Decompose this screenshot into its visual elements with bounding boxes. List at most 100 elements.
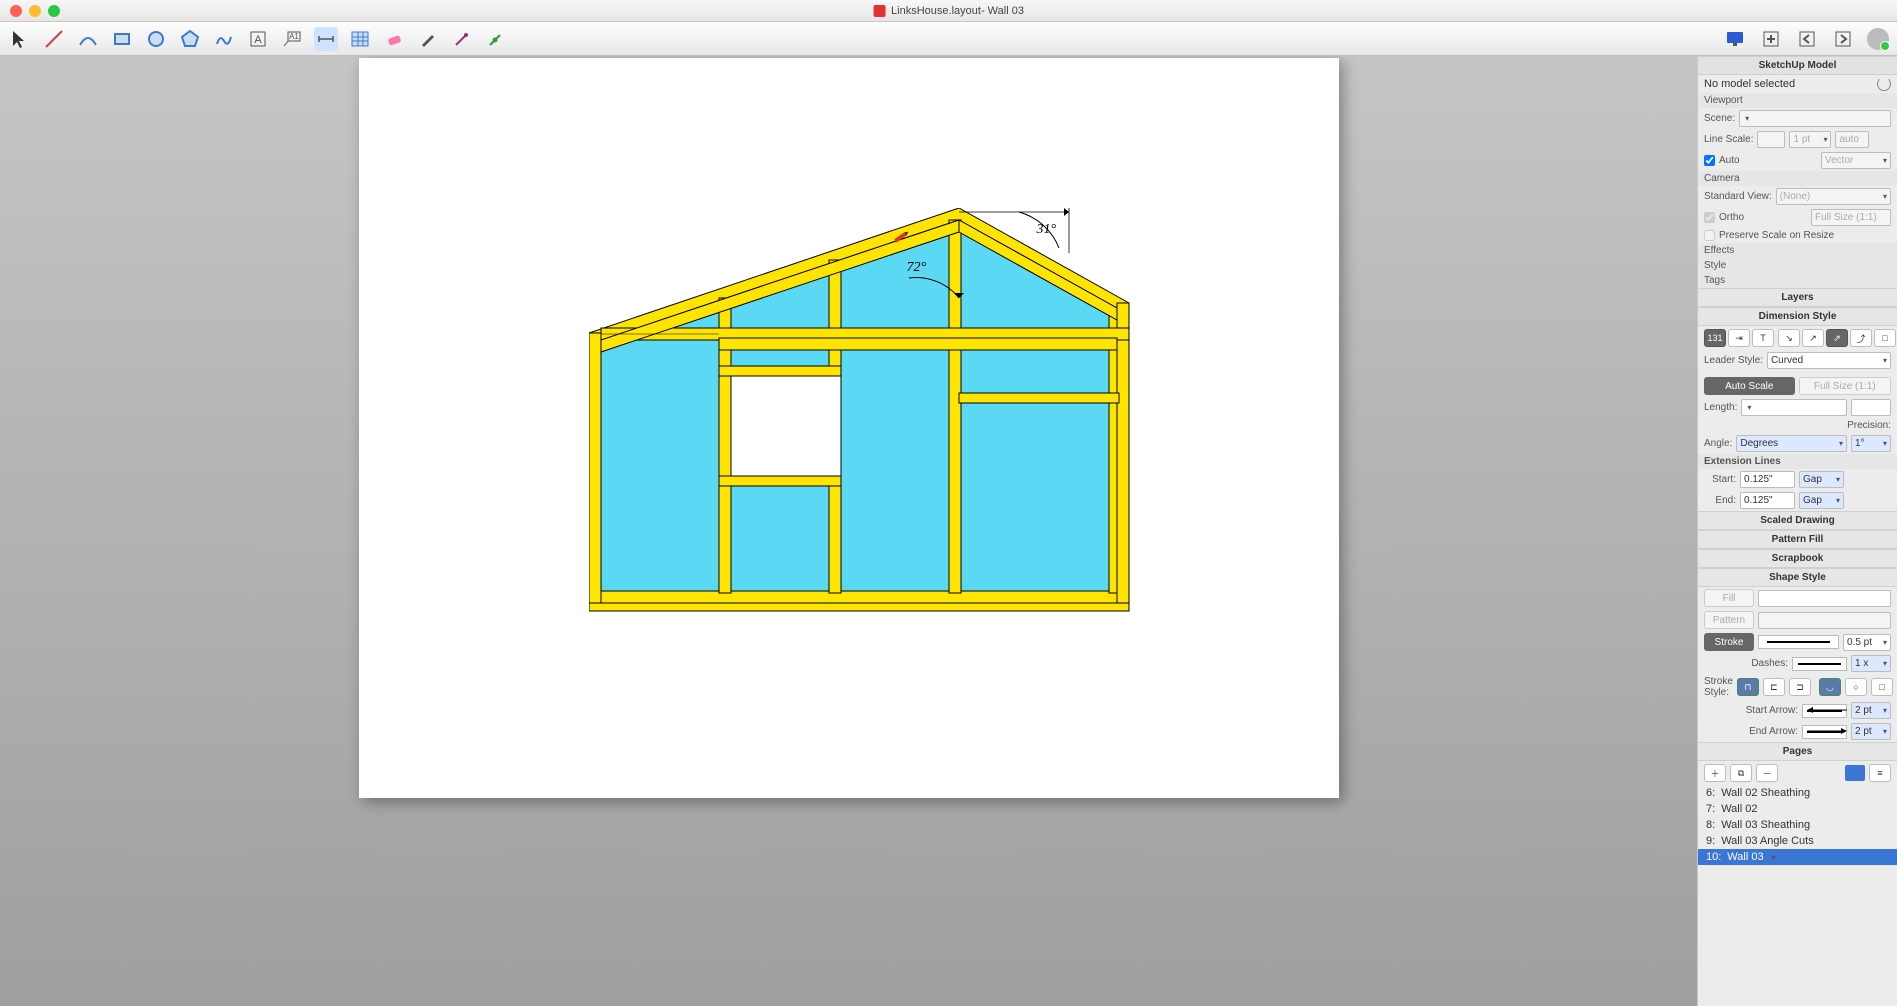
render-mode-select[interactable]: Vector [1821,152,1891,169]
precision-label: Precision: [1847,420,1891,431]
dim-leader-4[interactable]: ⤴ [1850,329,1872,347]
line-scale-val[interactable]: 1 pt [1789,131,1831,148]
dash-scale[interactable]: 1 x [1851,655,1891,672]
angle-unit-select[interactable]: Degrees [1736,435,1847,452]
start-arrow-size[interactable]: 2 pt [1851,702,1891,719]
pattern-fill-header[interactable]: Pattern Fill [1698,530,1897,549]
dim-leader-5[interactable]: □ [1874,329,1896,347]
dim-leader-3[interactable]: ⇗ [1826,329,1848,347]
page-row[interactable]: 9: Wall 03 Angle Cuts [1698,833,1897,849]
layout-page[interactable]: 72° 31° [359,58,1339,798]
dim-align-2[interactable]: ⇥ [1728,329,1750,347]
line-scale-auto[interactable]: auto [1835,131,1869,148]
full-size-button[interactable]: Full Size (1:1) [1799,377,1892,395]
pattern-swatch[interactable] [1758,612,1891,629]
no-model-text: No model selected [1704,78,1873,90]
cap-2[interactable]: ⊏ [1763,678,1785,696]
join-2[interactable]: ○ [1845,678,1867,696]
style-tool[interactable] [416,27,440,51]
text-tool[interactable]: A [246,27,270,51]
std-view-select[interactable]: (None) [1776,188,1891,205]
traffic-lights [0,5,60,17]
cap-1[interactable]: ⊓ [1737,678,1759,696]
stroke-preview[interactable] [1758,635,1839,649]
add-page-icon[interactable] [1759,27,1783,51]
leader-style-select[interactable]: Curved [1767,352,1891,369]
auto-scale-button[interactable]: Auto Scale [1704,377,1795,395]
fill-button[interactable]: Fill [1704,589,1754,607]
line-scale-left[interactable] [1757,131,1785,148]
select-tool[interactable] [8,27,32,51]
scrapbook-header[interactable]: Scrapbook [1698,549,1897,568]
join-1[interactable]: ◡ [1819,678,1841,696]
rectangle-tool[interactable] [110,27,134,51]
pages-list-toggle[interactable]: ≡ [1869,764,1891,782]
prev-page-icon[interactable] [1795,27,1819,51]
dup-page-button[interactable]: ⧉ [1730,764,1752,782]
scaled-drawing-header[interactable]: Scaled Drawing [1698,511,1897,530]
dim-align-3[interactable]: T [1752,329,1774,347]
length-unit-select[interactable] [1741,399,1847,416]
end-arrow-preview[interactable] [1802,725,1847,739]
refresh-icon[interactable] [1877,77,1891,91]
ext-end-val[interactable]: 0.125" [1740,492,1795,509]
close-window-button[interactable] [10,5,22,17]
account-avatar-icon[interactable] [1867,28,1889,50]
next-page-icon[interactable] [1831,27,1855,51]
cap-3[interactable]: ⊐ [1789,678,1811,696]
freehand-tool[interactable] [212,27,236,51]
polygon-tool[interactable] [178,27,202,51]
layout-doc-icon [873,5,885,17]
dim-leader-1[interactable]: ↘ [1778,329,1800,347]
join-3[interactable]: □ [1871,678,1893,696]
auto-render-check[interactable]: Auto [1704,155,1740,166]
label-tool[interactable]: A1 [280,27,304,51]
style-label: Style [1704,260,1726,271]
presentation-icon[interactable] [1723,27,1747,51]
circle-tool[interactable] [144,27,168,51]
arc-tool[interactable] [76,27,100,51]
ortho-check[interactable]: Ortho [1704,212,1744,223]
maximize-window-button[interactable] [48,5,60,17]
effects-label: Effects [1704,245,1734,256]
start-arrow-preview[interactable] [1802,704,1847,718]
dimension-tool[interactable] [314,27,338,51]
length-prec[interactable] [1851,399,1891,416]
scene-select[interactable] [1739,110,1891,127]
inspector-model-header: SketchUp Model [1698,56,1897,75]
pages-view-toggle[interactable] [1845,765,1865,781]
dim-align-1[interactable]: 131 [1704,329,1726,347]
dim-leader-2[interactable]: ↗ [1802,329,1824,347]
join-tool[interactable] [484,27,508,51]
table-tool[interactable] [348,27,372,51]
end-arrow-size[interactable]: 2 pt [1851,723,1891,740]
ext-start-gap[interactable]: Gap [1799,471,1844,488]
minimize-window-button[interactable] [29,5,41,17]
length-label: Length: [1704,402,1737,413]
fill-swatch[interactable] [1758,590,1891,607]
add-page-button[interactable]: ＋ [1704,764,1726,782]
page-row[interactable]: 6: Wall 02 Sheathing [1698,785,1897,801]
preserve-scale-check[interactable]: Preserve Scale on Resize [1704,230,1834,241]
stroke-button[interactable]: Stroke [1704,633,1754,651]
line-tool[interactable] [42,27,66,51]
dash-preview[interactable] [1792,657,1847,671]
pattern-button[interactable]: Pattern [1704,611,1754,629]
pages-header[interactable]: Pages [1698,742,1897,761]
page-row-selected[interactable]: 10: Wall 03 [1698,849,1897,865]
del-page-button[interactable]: － [1756,764,1778,782]
page-row[interactable]: 7: Wall 02 [1698,801,1897,817]
layers-header[interactable]: Layers [1698,288,1897,307]
page-row[interactable]: 8: Wall 03 Sheathing [1698,817,1897,833]
stroke-width[interactable]: 0.5 pt [1843,634,1891,651]
canvas-area[interactable]: 72° 31° [0,56,1697,1006]
eraser-tool[interactable] [382,27,406,51]
ext-start-val[interactable]: 0.125" [1740,471,1795,488]
ext-end-gap[interactable]: Gap [1799,492,1844,509]
end-arrow-label: End Arrow: [1704,726,1798,737]
shape-style-header[interactable]: Shape Style [1698,568,1897,587]
dim-style-header[interactable]: Dimension Style [1698,307,1897,326]
angle-prec-select[interactable]: 1° [1851,435,1891,452]
ortho-scale-field[interactable]: Full Size (1:1) [1811,209,1891,226]
split-tool[interactable] [450,27,474,51]
